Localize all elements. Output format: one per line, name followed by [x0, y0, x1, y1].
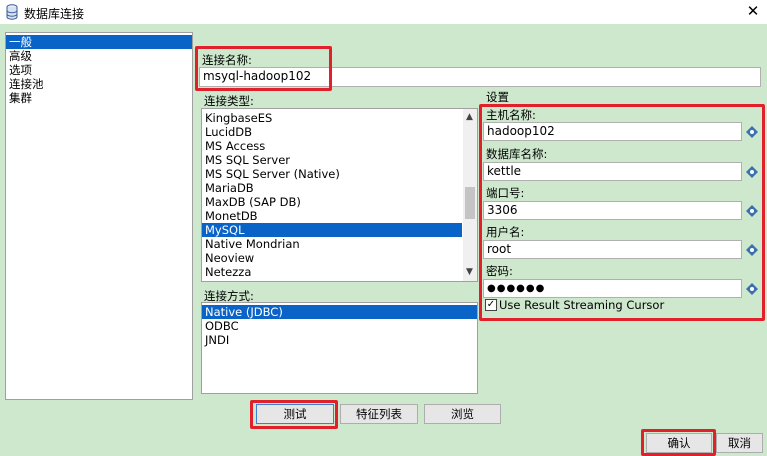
connection-type-item[interactable]: KingbaseES: [202, 111, 462, 125]
connection-name-label: 连接名称:: [202, 53, 252, 67]
connection-type-item[interactable]: Native Mondrian: [202, 237, 462, 251]
access-method-list[interactable]: Native (JDBC) ODBC JNDI: [201, 302, 478, 394]
connection-type-item[interactable]: MS SQL Server (Native): [202, 167, 462, 181]
variable-icon[interactable]: [746, 126, 758, 138]
variable-icon[interactable]: [746, 283, 758, 295]
database-name-input[interactable]: kettle: [483, 162, 742, 181]
connection-type-scrollbar[interactable]: ▲ ▼: [463, 109, 477, 281]
password-label: 密码:: [486, 264, 513, 278]
sidebar-item-general[interactable]: 一般: [6, 35, 192, 49]
connection-type-item[interactable]: MySQL: [202, 223, 462, 237]
ok-button[interactable]: 确认: [646, 433, 712, 453]
connection-type-item[interactable]: Neoview: [202, 251, 462, 265]
variable-icon[interactable]: [746, 205, 758, 217]
scrollbar-thumb[interactable]: [465, 187, 475, 219]
close-icon[interactable]: ✕: [744, 2, 762, 20]
sidebar-item-advanced[interactable]: 高级: [6, 49, 192, 63]
database-icon: [6, 4, 18, 20]
streaming-checkbox[interactable]: ✓: [485, 299, 497, 311]
connection-name-input[interactable]: msyql-hadoop102: [199, 67, 761, 87]
connection-type-item[interactable]: MS SQL Server: [202, 153, 462, 167]
port-input[interactable]: 3306: [483, 201, 742, 220]
sidebar-item-options[interactable]: 选项: [6, 63, 192, 77]
feature-list-button[interactable]: 特征列表: [340, 404, 418, 424]
cancel-button[interactable]: 取消: [716, 433, 763, 453]
title-bar: 数据库连接 ✕: [0, 0, 767, 24]
access-method-item[interactable]: JNDI: [202, 333, 477, 347]
sidebar-item-cluster[interactable]: 集群: [6, 91, 192, 105]
window-title: 数据库连接: [24, 7, 85, 21]
database-name-label: 数据库名称:: [486, 147, 548, 161]
sidebar: 一般 高级 选项 连接池 集群: [5, 32, 193, 400]
connection-type-item[interactable]: MariaDB: [202, 181, 462, 195]
username-input[interactable]: root: [483, 240, 742, 259]
connection-type-item[interactable]: Netezza: [202, 265, 462, 279]
connection-type-list[interactable]: KingbaseES LucidDB MS Access MS SQL Server M…: [201, 108, 478, 282]
settings-title: 设置: [486, 90, 509, 104]
password-input[interactable]: ●●●●●●: [483, 279, 742, 298]
connection-type-item[interactable]: MonetDB: [202, 209, 462, 223]
host-input[interactable]: hadoop102: [483, 122, 742, 141]
variable-icon[interactable]: [746, 166, 758, 178]
connection-type-label: 连接类型:: [204, 94, 254, 108]
username-label: 用户名:: [486, 225, 525, 239]
access-method-item[interactable]: Native (JDBC): [202, 305, 477, 319]
variable-icon[interactable]: [746, 244, 758, 256]
test-button[interactable]: 测试: [256, 404, 334, 424]
access-method-item[interactable]: ODBC: [202, 319, 477, 333]
connection-type-item[interactable]: MS Access: [202, 139, 462, 153]
scroll-down-icon[interactable]: ▼: [463, 266, 476, 279]
connection-type-item[interactable]: MaxDB (SAP DB): [202, 195, 462, 209]
scroll-up-icon[interactable]: ▲: [463, 111, 476, 124]
sidebar-item-pooling[interactable]: 连接池: [6, 77, 192, 91]
port-label: 端口号:: [486, 186, 525, 200]
browse-button[interactable]: 浏览: [424, 404, 501, 424]
connection-type-item[interactable]: LucidDB: [202, 125, 462, 139]
streaming-label[interactable]: Use Result Streaming Cursor: [499, 298, 664, 312]
host-label: 主机名称:: [486, 108, 536, 122]
